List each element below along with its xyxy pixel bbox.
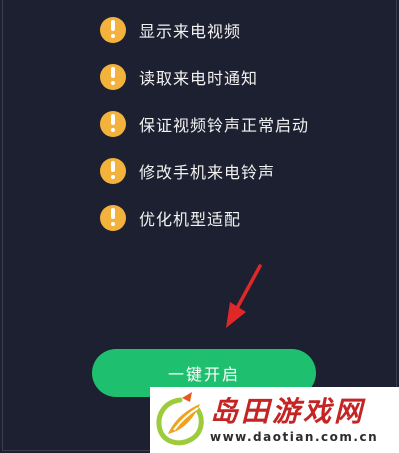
- warning-icon: [100, 17, 126, 43]
- permission-label: 显示来电视频: [139, 22, 242, 41]
- permission-item: 修改手机来电铃声: [100, 155, 309, 187]
- permission-item: 保证视频铃声正常启动: [100, 108, 309, 140]
- permission-label: 保证视频铃声正常启动: [139, 116, 310, 135]
- warning-icon: [100, 111, 126, 137]
- warning-icon: [100, 205, 126, 231]
- permission-label: 优化机型适配: [139, 210, 242, 229]
- permission-item: 显示来电视频: [100, 14, 309, 46]
- permission-list: 显示来电视频 读取来电时通知 保证视频铃声正常启动 修改手机来电铃声 优化机型适…: [100, 14, 309, 249]
- watermark-url: www.daotian.com.cn: [210, 430, 379, 444]
- permission-label: 修改手机来电铃声: [139, 163, 276, 182]
- permission-item: 读取来电时通知: [100, 61, 309, 93]
- permission-item: 优化机型适配: [100, 202, 309, 234]
- watermark-name: 岛田游戏网: [210, 395, 366, 428]
- warning-icon: [100, 64, 126, 90]
- daotian-logo-icon: [156, 392, 204, 446]
- watermark: 岛田游戏网 www.daotian.com.cn: [150, 387, 399, 453]
- warning-icon: [100, 158, 126, 184]
- red-arrow-annotation: [226, 264, 262, 328]
- permission-label: 读取来电时通知: [139, 69, 259, 88]
